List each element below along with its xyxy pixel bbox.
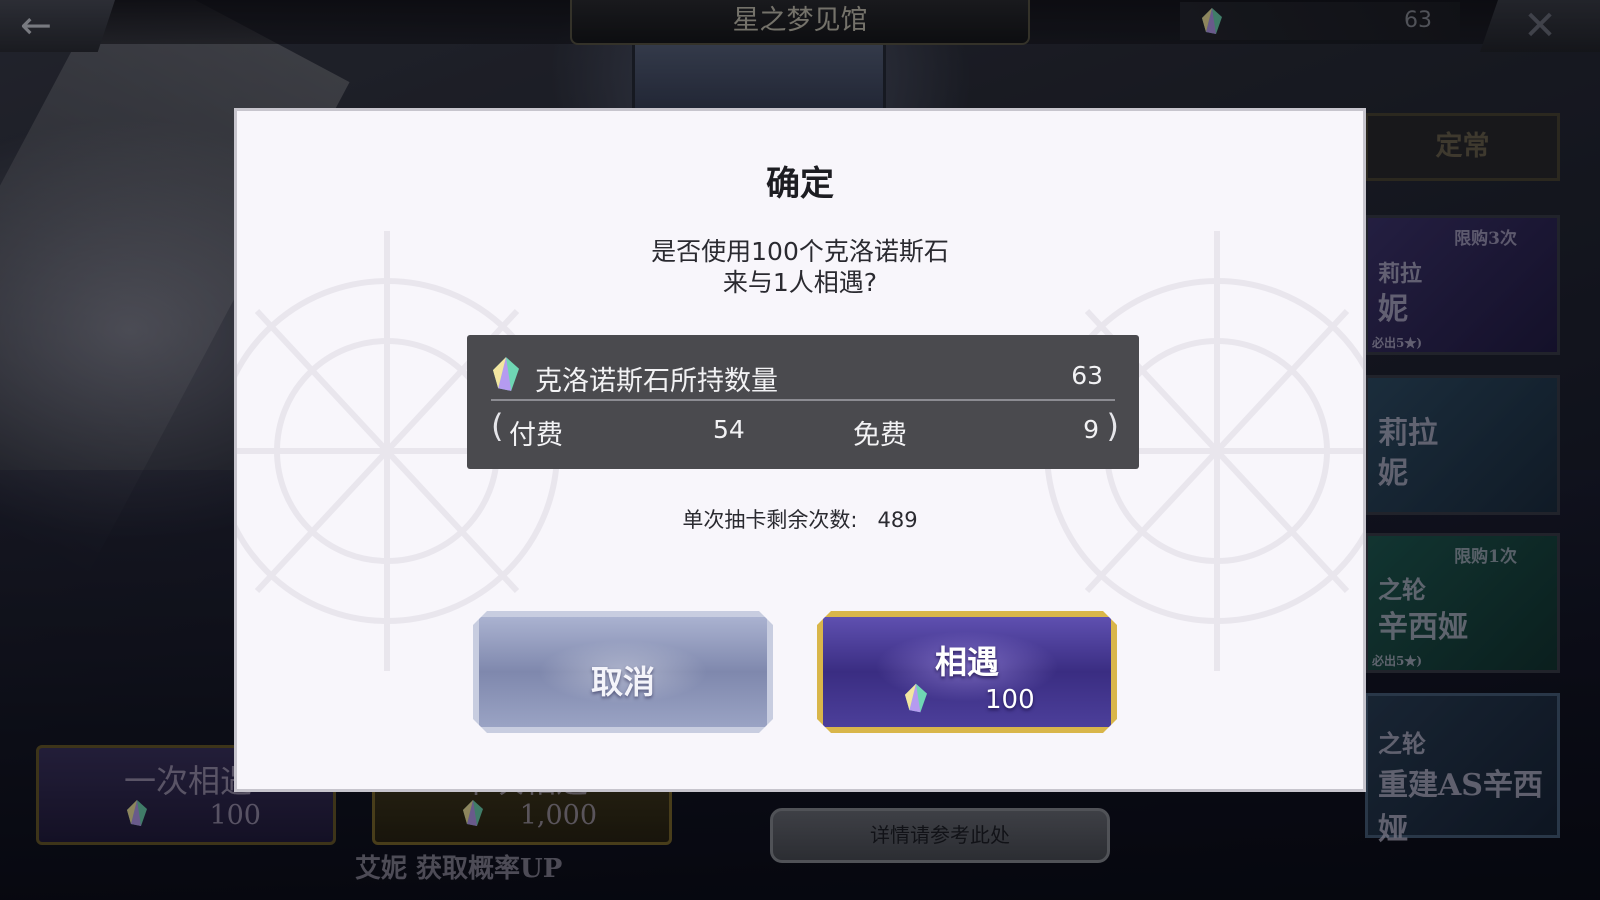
- stone-balance-panel: 克洛诺斯石所持数量 63 ( 付费 54 免费 9 ): [467, 335, 1139, 469]
- paid-label: 付费: [509, 420, 563, 451]
- paren-close: ): [1106, 407, 1119, 445]
- remaining-pulls: 单次抽卡剩余次数: 489: [237, 504, 1363, 534]
- cancel-button-label: 取消: [590, 663, 655, 701]
- paren-open: (: [491, 407, 504, 445]
- confirm-button-cost: 100: [985, 685, 1035, 715]
- dialog-message: 是否使用100个克洛诺斯石 来与1人相遇?: [237, 236, 1363, 298]
- divider: [491, 399, 1115, 401]
- stone-balance-total: 63: [1071, 361, 1103, 390]
- cancel-button[interactable]: 取消: [473, 611, 773, 733]
- paid-value: 54: [713, 415, 745, 444]
- chronos-stone-icon: [493, 357, 519, 391]
- chronos-stone-icon: [905, 683, 927, 713]
- dialog-title: 确定: [766, 164, 834, 204]
- remaining-pulls-label: 单次抽卡剩余次数:: [682, 508, 858, 532]
- free-label: 免费: [853, 420, 907, 451]
- remaining-pulls-value: 489: [877, 508, 918, 532]
- confirm-meet-button[interactable]: 相遇 100: [817, 611, 1117, 733]
- free-value: 9: [1083, 415, 1099, 444]
- dialog-message-line: 是否使用100个克洛诺斯石: [651, 237, 949, 266]
- stone-balance-label: 克洛诺斯石所持数量: [535, 366, 778, 397]
- dialog-message-line: 来与1人相遇?: [722, 268, 878, 297]
- confirm-button-label: 相遇: [934, 643, 999, 681]
- confirm-dialog: 确定 是否使用100个克洛诺斯石 来与1人相遇? 克洛诺斯石所持数量 63 ( …: [234, 108, 1366, 792]
